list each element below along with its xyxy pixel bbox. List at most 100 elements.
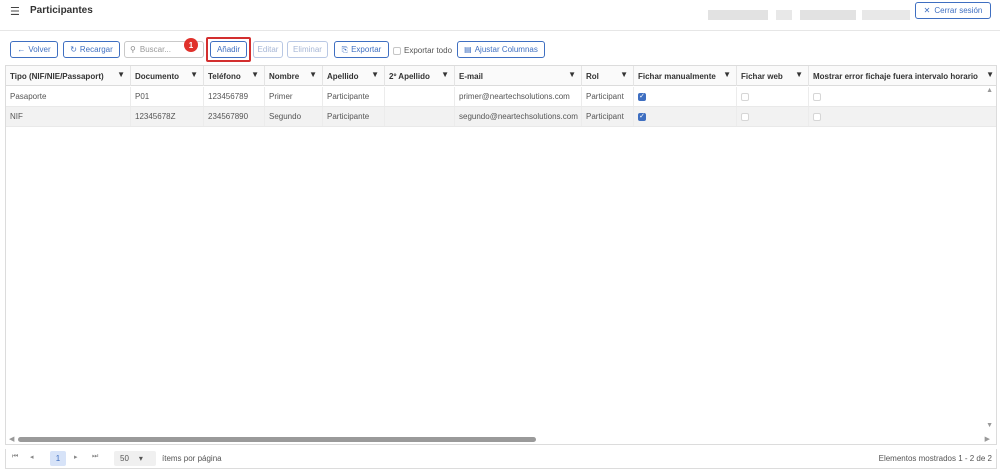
horizontal-scroll-thumb[interactable] bbox=[18, 437, 536, 442]
blurred-user-info bbox=[776, 10, 792, 20]
back-button[interactable]: ← Volver bbox=[10, 41, 58, 58]
column-header-fichar-web[interactable]: Fichar web ▼ bbox=[737, 66, 809, 86]
grid-header: Tipo (NIF/NIE/Passaport) ▼ Documento ▼ T… bbox=[6, 66, 996, 86]
cell-apellido2 bbox=[385, 87, 455, 106]
hamburger-menu-icon[interactable]: ☰ bbox=[10, 5, 20, 18]
unchecked-checkbox[interactable] bbox=[813, 112, 821, 121]
add-button[interactable]: Añadir bbox=[210, 41, 247, 58]
page-size-select[interactable]: 50 ▾ bbox=[114, 451, 156, 466]
export-button[interactable]: ⎘ Exportar bbox=[334, 41, 389, 58]
filter-icon[interactable]: ▼ bbox=[723, 70, 731, 79]
table-row[interactable]: Pasaporte P01 123456789 Primer Participa… bbox=[6, 87, 996, 107]
grid-toolbar: ← Volver ↻ Recargar ⚲ 1 Añadir Editar El… bbox=[0, 37, 1000, 63]
column-header-apellido[interactable]: Apellido ▼ bbox=[323, 66, 385, 86]
horizontal-scrollbar[interactable]: ◀ ▶ bbox=[6, 434, 996, 444]
adjust-columns-button[interactable]: ▤ Ajustar Columnas bbox=[457, 41, 545, 58]
add-label: Añadir bbox=[216, 45, 241, 54]
search-icon: ⚲ bbox=[130, 45, 136, 54]
scroll-down-arrow[interactable]: ▼ bbox=[986, 422, 993, 429]
cell-rol: Participant bbox=[582, 87, 634, 106]
filter-icon[interactable]: ▼ bbox=[986, 70, 994, 79]
reload-icon: ↻ bbox=[70, 45, 77, 54]
column-header-documento[interactable]: Documento ▼ bbox=[131, 66, 204, 86]
cell-tipo: Pasaporte bbox=[6, 87, 131, 106]
export-all-option[interactable]: Exportar todo bbox=[393, 46, 452, 55]
cell-apellido: Participante bbox=[323, 87, 385, 106]
cell-fichar-web bbox=[737, 107, 809, 126]
filter-icon[interactable]: ▼ bbox=[441, 70, 449, 79]
unchecked-checkbox[interactable] bbox=[741, 92, 749, 101]
export-label: Exportar bbox=[351, 45, 382, 54]
column-header-tipo[interactable]: Tipo (NIF/NIE/Passaport) ▼ bbox=[6, 66, 131, 86]
current-page-button[interactable]: 1 bbox=[50, 451, 66, 466]
reload-button[interactable]: ↻ Recargar bbox=[63, 41, 120, 58]
filter-icon[interactable]: ▼ bbox=[620, 70, 628, 79]
column-header-mostrar-error[interactable]: Mostrar error fichaje fuera intervalo ho… bbox=[809, 66, 996, 86]
participants-grid: Tipo (NIF/NIE/Passaport) ▼ Documento ▼ T… bbox=[5, 65, 997, 445]
column-title: Mostrar error fichaje fuera intervalo ho… bbox=[813, 71, 978, 81]
column-title: Apellido bbox=[327, 71, 359, 81]
top-bar: ☰ Participantes ✕ Cerrar sesión bbox=[0, 0, 1000, 26]
filter-icon[interactable]: ▼ bbox=[251, 70, 259, 79]
column-header-apellido2[interactable]: 2º Apellido ▼ bbox=[385, 66, 455, 86]
column-title: Teléfono bbox=[208, 71, 241, 81]
cell-documento: P01 bbox=[131, 87, 204, 106]
column-header-fichar-manualmente[interactable]: Fichar manualmente ▼ bbox=[634, 66, 737, 86]
unchecked-checkbox[interactable] bbox=[813, 92, 821, 101]
chevron-down-icon: ▾ bbox=[138, 454, 143, 463]
edit-button[interactable]: Editar bbox=[253, 41, 283, 58]
cell-fichar-web bbox=[737, 87, 809, 106]
column-title: Fichar manualmente bbox=[638, 71, 716, 81]
edit-label: Editar bbox=[257, 45, 279, 54]
close-icon: ✕ bbox=[923, 6, 931, 15]
scroll-right-arrow[interactable]: ▶ bbox=[985, 435, 990, 443]
cell-apellido2 bbox=[385, 107, 455, 126]
blurred-user-info bbox=[800, 10, 856, 20]
column-header-email[interactable]: E-mail ▼ bbox=[455, 66, 582, 86]
cell-tipo: NIF bbox=[6, 107, 131, 126]
filter-icon[interactable]: ▼ bbox=[568, 70, 576, 79]
filter-icon[interactable]: ▼ bbox=[117, 70, 125, 79]
column-title: Tipo (NIF/NIE/Passaport) bbox=[10, 71, 104, 81]
column-title: Fichar web bbox=[741, 71, 783, 81]
column-header-telefono[interactable]: Teléfono ▼ bbox=[204, 66, 265, 86]
cell-fichar-manualmente: ✓ bbox=[634, 107, 737, 126]
column-title: 2º Apellido bbox=[389, 71, 430, 81]
filter-icon[interactable]: ▼ bbox=[795, 70, 803, 79]
column-title: Documento bbox=[135, 71, 179, 81]
last-page-icon[interactable]: ⏭ bbox=[92, 453, 98, 461]
cell-apellido: Participante bbox=[323, 107, 385, 126]
checked-checkbox[interactable]: ✓ bbox=[638, 92, 646, 101]
cell-rol: Participant bbox=[582, 107, 634, 126]
filter-icon[interactable]: ▼ bbox=[371, 70, 379, 79]
pager: ⏮ ◂ 1 ▸ ⏭ 50 ▾ ítems por página Elemento… bbox=[5, 449, 997, 469]
delete-button[interactable]: Eliminar bbox=[287, 41, 328, 58]
column-header-nombre[interactable]: Nombre ▼ bbox=[265, 66, 323, 86]
logout-button[interactable]: ✕ Cerrar sesión bbox=[915, 2, 991, 19]
filter-icon[interactable]: ▼ bbox=[190, 70, 198, 79]
checked-checkbox[interactable]: ✓ bbox=[638, 112, 646, 121]
step-number-badge: 1 bbox=[184, 38, 198, 52]
previous-page-icon[interactable]: ◂ bbox=[30, 453, 34, 461]
export-all-label: Exportar todo bbox=[404, 46, 453, 55]
cell-telefono: 234567890 bbox=[204, 107, 265, 126]
cell-mostrar-error bbox=[809, 107, 996, 126]
column-header-rol[interactable]: Rol ▼ bbox=[582, 66, 634, 86]
adjust-columns-label: Ajustar Columnas bbox=[474, 45, 538, 54]
back-label: Volver bbox=[28, 45, 51, 54]
cell-mostrar-error bbox=[809, 87, 996, 106]
scroll-up-arrow[interactable]: ▲ bbox=[986, 87, 993, 94]
first-page-icon[interactable]: ⏮ bbox=[12, 453, 18, 461]
table-row[interactable]: NIF 12345678Z 234567890 Segundo Particip… bbox=[6, 107, 996, 127]
logout-label: Cerrar sesión bbox=[934, 6, 983, 15]
delete-label: Eliminar bbox=[293, 45, 322, 54]
scroll-left-arrow[interactable]: ◀ bbox=[9, 435, 14, 443]
export-icon: ⎘ bbox=[341, 44, 349, 54]
page-size-value: 50 bbox=[120, 454, 129, 463]
filter-icon[interactable]: ▼ bbox=[309, 70, 317, 79]
next-page-icon[interactable]: ▸ bbox=[74, 453, 78, 461]
unchecked-checkbox[interactable] bbox=[741, 112, 749, 121]
export-all-checkbox[interactable] bbox=[393, 46, 401, 55]
page-title: Participantes bbox=[30, 5, 93, 16]
cell-documento: 12345678Z bbox=[131, 107, 204, 126]
